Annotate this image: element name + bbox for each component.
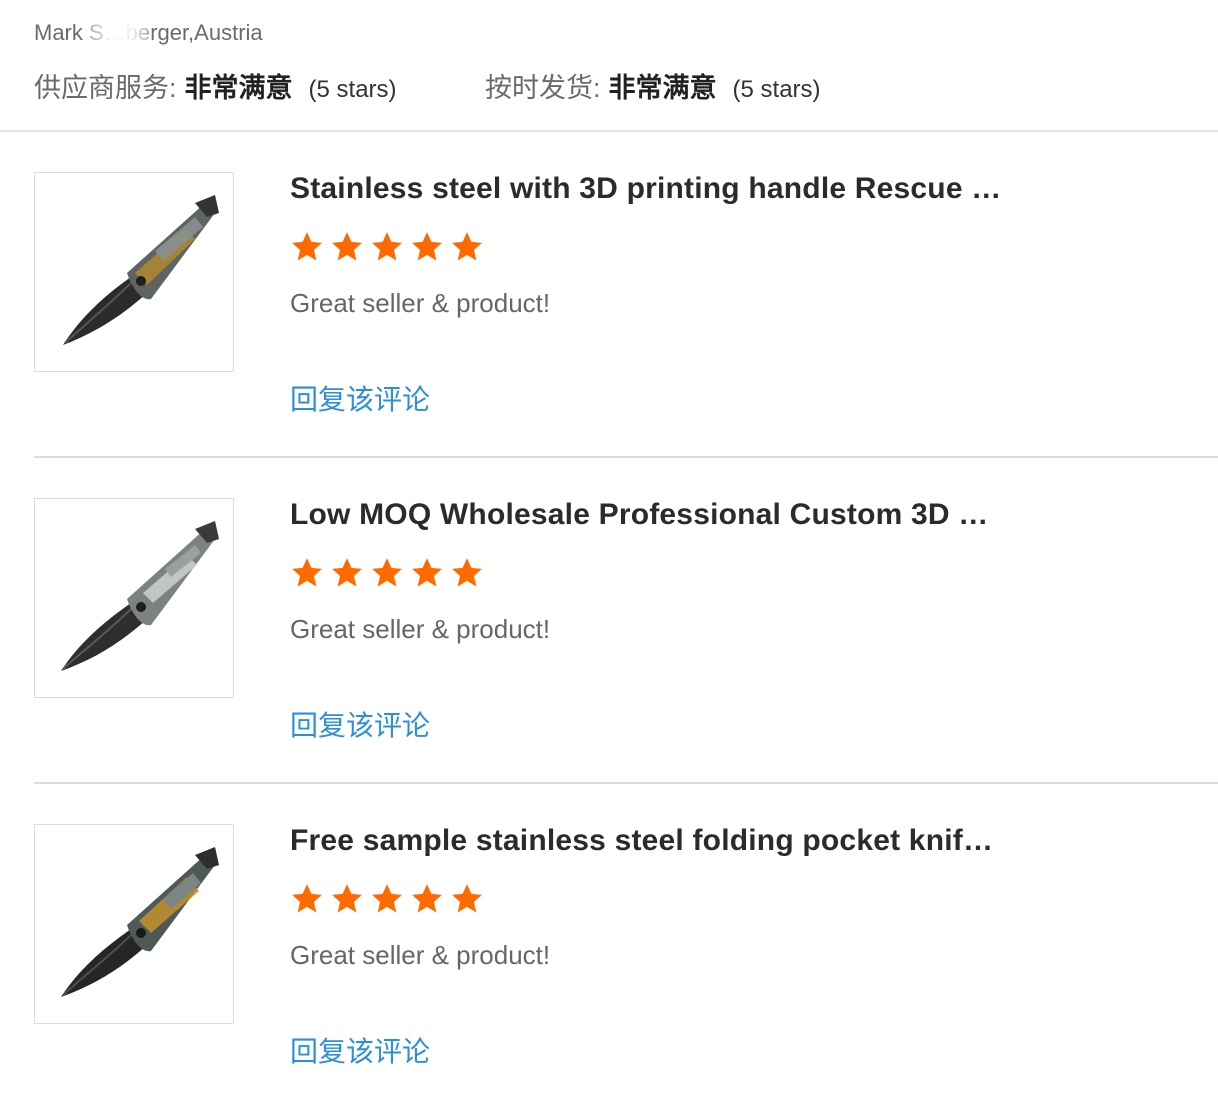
star-icon bbox=[412, 232, 442, 261]
rating-stars-text: (5 stars) bbox=[732, 76, 821, 103]
star-icon bbox=[412, 884, 442, 913]
on-time-delivery-rating: 按时发货: 非常满意 (5 stars) bbox=[485, 66, 821, 105]
star-icon bbox=[292, 884, 322, 913]
star-icon bbox=[292, 232, 322, 261]
rating-label: 按时发货: bbox=[485, 73, 601, 103]
rating-stars-text: (5 stars) bbox=[308, 76, 397, 103]
star-icon bbox=[332, 558, 362, 587]
folding-knife-icon bbox=[63, 195, 219, 345]
product-thumbnail[interactable] bbox=[34, 824, 234, 1024]
star-rating bbox=[290, 230, 490, 264]
folding-knife-icon bbox=[61, 847, 219, 997]
review-item: Low MOQ Wholesale Professional Custom 3D… bbox=[34, 498, 1218, 758]
reply-link[interactable]: 回复该评论 bbox=[290, 704, 430, 744]
product-thumbnail[interactable] bbox=[34, 172, 234, 372]
product-title[interactable]: Low MOQ Wholesale Professional Custom 3D… bbox=[290, 498, 989, 532]
rating-value: 非常满意 bbox=[184, 73, 293, 103]
star-icon bbox=[412, 558, 442, 587]
folding-knife-icon bbox=[61, 521, 219, 671]
star-icon bbox=[452, 232, 482, 261]
product-title[interactable]: Free sample stainless steel folding pock… bbox=[290, 824, 993, 858]
product-title[interactable]: Stainless steel with 3D printing handle … bbox=[290, 172, 1001, 206]
review-item: Stainless steel with 3D printing handle … bbox=[34, 172, 1218, 432]
star-icon bbox=[332, 232, 362, 261]
star-icon bbox=[372, 884, 402, 913]
review-item: Free sample stainless steel folding pock… bbox=[34, 824, 1218, 1084]
star-icon bbox=[452, 884, 482, 913]
rating-label: 供应商服务: bbox=[34, 73, 177, 103]
rating-value: 非常满意 bbox=[608, 73, 717, 103]
review-comment: Great seller & product! bbox=[290, 614, 551, 644]
star-rating bbox=[290, 556, 490, 590]
review-comment: Great seller & product! bbox=[290, 940, 551, 970]
star-icon bbox=[452, 558, 482, 587]
item-divider bbox=[34, 456, 1218, 458]
star-icon bbox=[372, 558, 402, 587]
reply-link[interactable]: 回复该评论 bbox=[290, 378, 430, 418]
star-icon bbox=[372, 232, 402, 261]
item-divider bbox=[34, 782, 1218, 784]
star-icon bbox=[292, 558, 322, 587]
supplier-service-rating: 供应商服务: 非常满意 (5 stars) bbox=[34, 66, 397, 105]
star-icon bbox=[332, 884, 362, 913]
header-divider bbox=[0, 130, 1218, 132]
reply-link[interactable]: 回复该评论 bbox=[290, 1030, 430, 1070]
name-mask-overlay bbox=[86, 18, 152, 52]
review-comment: Great seller & product! bbox=[290, 288, 551, 318]
star-rating bbox=[290, 882, 490, 916]
product-thumbnail[interactable] bbox=[34, 498, 234, 698]
